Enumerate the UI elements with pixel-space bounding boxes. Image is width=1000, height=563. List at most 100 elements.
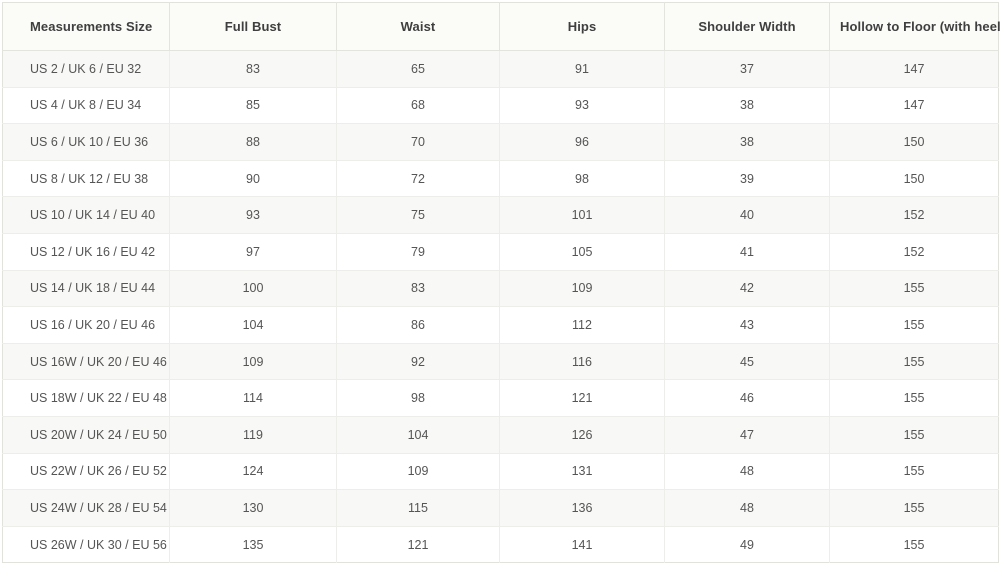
measurement-cell: 147 <box>829 50 999 88</box>
measurement-cell: 130 <box>169 489 337 527</box>
table-header: Measurements Size Full Bust Waist Hips Shoul… <box>2 2 1000 51</box>
measurement-cell: 72 <box>336 160 500 198</box>
size-label-cell: US 10 / UK 14 / EU 40 <box>2 196 170 234</box>
measurement-cell: 150 <box>829 160 999 198</box>
size-label-cell: US 24W / UK 28 / EU 54 <box>2 489 170 527</box>
measurement-cell: 83 <box>336 270 500 308</box>
measurement-cell: 155 <box>829 379 999 417</box>
measurement-cell: 68 <box>336 87 500 125</box>
measurement-cell: 141 <box>499 526 665 563</box>
size-label-cell: US 4 / UK 8 / EU 34 <box>2 87 170 125</box>
table-body: US 2 / UK 6 / EU 32 83 65 91 37 147 US 4 / UK … <box>2 50 999 563</box>
size-label-cell: US 26W / UK 30 / EU 56 <box>2 526 170 563</box>
measurement-cell: 109 <box>499 270 665 308</box>
table-header-row: Measurements Size Full Bust Waist Hips Shoul… <box>2 2 1000 51</box>
measurement-cell: 70 <box>336 123 500 161</box>
measurement-cell: 42 <box>664 270 830 308</box>
table-row: US 10 / UK 14 / EU 40 93 75 101 40 152 <box>2 196 999 234</box>
measurement-cell: 136 <box>499 489 665 527</box>
measurement-cell: 86 <box>336 306 500 344</box>
measurement-cell: 109 <box>169 343 337 381</box>
size-label-cell: US 12 / UK 16 / EU 42 <box>2 233 170 271</box>
measurement-cell: 92 <box>336 343 500 381</box>
measurement-cell: 93 <box>499 87 665 125</box>
measurement-cell: 152 <box>829 233 999 271</box>
measurement-cell: 46 <box>664 379 830 417</box>
size-label-cell: US 20W / UK 24 / EU 50 <box>2 416 170 454</box>
table-row: US 12 / UK 16 / EU 42 97 79 105 41 152 <box>2 233 999 271</box>
measurement-cell: 104 <box>336 416 500 454</box>
size-label-cell: US 16W / UK 20 / EU 46 <box>2 343 170 381</box>
size-label-cell: US 6 / UK 10 / EU 36 <box>2 123 170 161</box>
measurement-cell: 112 <box>499 306 665 344</box>
measurement-cell: 147 <box>829 87 999 125</box>
size-label-cell: US 14 / UK 18 / EU 44 <box>2 270 170 308</box>
table-row: US 16W / UK 20 / EU 46 109 92 116 45 155 <box>2 343 999 381</box>
measurement-cell: 48 <box>664 453 830 491</box>
measurement-cell: 100 <box>169 270 337 308</box>
measurement-cell: 90 <box>169 160 337 198</box>
size-chart-container: Measurements Size Full Bust Waist Hips Shoul… <box>0 0 1000 563</box>
size-chart-table: Measurements Size Full Bust Waist Hips Shoul… <box>2 2 1000 563</box>
measurement-cell: 155 <box>829 526 999 563</box>
table-row: US 24W / UK 28 / EU 54 130 115 136 48 155 <box>2 489 999 527</box>
measurement-cell: 91 <box>499 50 665 88</box>
column-header-shoulder-width: Shoulder Width <box>664 2 830 51</box>
size-label-cell: US 2 / UK 6 / EU 32 <box>2 50 170 88</box>
measurement-cell: 135 <box>169 526 337 563</box>
measurement-cell: 155 <box>829 453 999 491</box>
measurement-cell: 38 <box>664 123 830 161</box>
measurement-cell: 75 <box>336 196 500 234</box>
measurement-cell: 79 <box>336 233 500 271</box>
table-row: US 14 / UK 18 / EU 44 100 83 109 42 155 <box>2 270 999 308</box>
measurement-cell: 37 <box>664 50 830 88</box>
table-row: US 16 / UK 20 / EU 46 104 86 112 43 155 <box>2 306 999 344</box>
measurement-cell: 121 <box>336 526 500 563</box>
measurement-cell: 150 <box>829 123 999 161</box>
table-row: US 2 / UK 6 / EU 32 83 65 91 37 147 <box>2 50 999 88</box>
measurement-cell: 119 <box>169 416 337 454</box>
table-row: US 4 / UK 8 / EU 34 85 68 93 38 147 <box>2 87 999 125</box>
measurement-cell: 85 <box>169 87 337 125</box>
table-row: US 6 / UK 10 / EU 36 88 70 96 38 150 <box>2 123 999 161</box>
measurement-cell: 104 <box>169 306 337 344</box>
table-row: US 22W / UK 26 / EU 52 124 109 131 48 155 <box>2 453 999 491</box>
size-label-cell: US 16 / UK 20 / EU 46 <box>2 306 170 344</box>
size-label-cell: US 18W / UK 22 / EU 48 <box>2 379 170 417</box>
column-header-measurements-size: Measurements Size <box>2 2 170 51</box>
size-label-cell: US 8 / UK 12 / EU 38 <box>2 160 170 198</box>
measurement-cell: 131 <box>499 453 665 491</box>
measurement-cell: 88 <box>169 123 337 161</box>
measurement-cell: 121 <box>499 379 665 417</box>
table-row: US 26W / UK 30 / EU 56 135 121 141 49 155 <box>2 526 999 563</box>
measurement-cell: 126 <box>499 416 665 454</box>
measurement-cell: 152 <box>829 196 999 234</box>
measurement-cell: 98 <box>336 379 500 417</box>
measurement-cell: 38 <box>664 87 830 125</box>
column-header-hips: Hips <box>499 2 665 51</box>
measurement-cell: 115 <box>336 489 500 527</box>
measurement-cell: 47 <box>664 416 830 454</box>
measurement-cell: 65 <box>336 50 500 88</box>
measurement-cell: 116 <box>499 343 665 381</box>
measurement-cell: 93 <box>169 196 337 234</box>
column-header-waist: Waist <box>336 2 500 51</box>
table-row: US 8 / UK 12 / EU 38 90 72 98 39 150 <box>2 160 999 198</box>
measurement-cell: 43 <box>664 306 830 344</box>
size-label-cell: US 22W / UK 26 / EU 52 <box>2 453 170 491</box>
measurement-cell: 101 <box>499 196 665 234</box>
measurement-cell: 155 <box>829 306 999 344</box>
measurement-cell: 97 <box>169 233 337 271</box>
measurement-cell: 39 <box>664 160 830 198</box>
measurement-cell: 105 <box>499 233 665 271</box>
measurement-cell: 98 <box>499 160 665 198</box>
measurement-cell: 48 <box>664 489 830 527</box>
measurement-cell: 155 <box>829 416 999 454</box>
measurement-cell: 124 <box>169 453 337 491</box>
measurement-cell: 83 <box>169 50 337 88</box>
measurement-cell: 114 <box>169 379 337 417</box>
column-header-hollow-to-floor-with-heel: Hollow to Floor (with heel) <box>829 2 1000 51</box>
table-row: US 20W / UK 24 / EU 50 119 104 126 47 155 <box>2 416 999 454</box>
column-header-full-bust: Full Bust <box>169 2 337 51</box>
measurement-cell: 155 <box>829 489 999 527</box>
